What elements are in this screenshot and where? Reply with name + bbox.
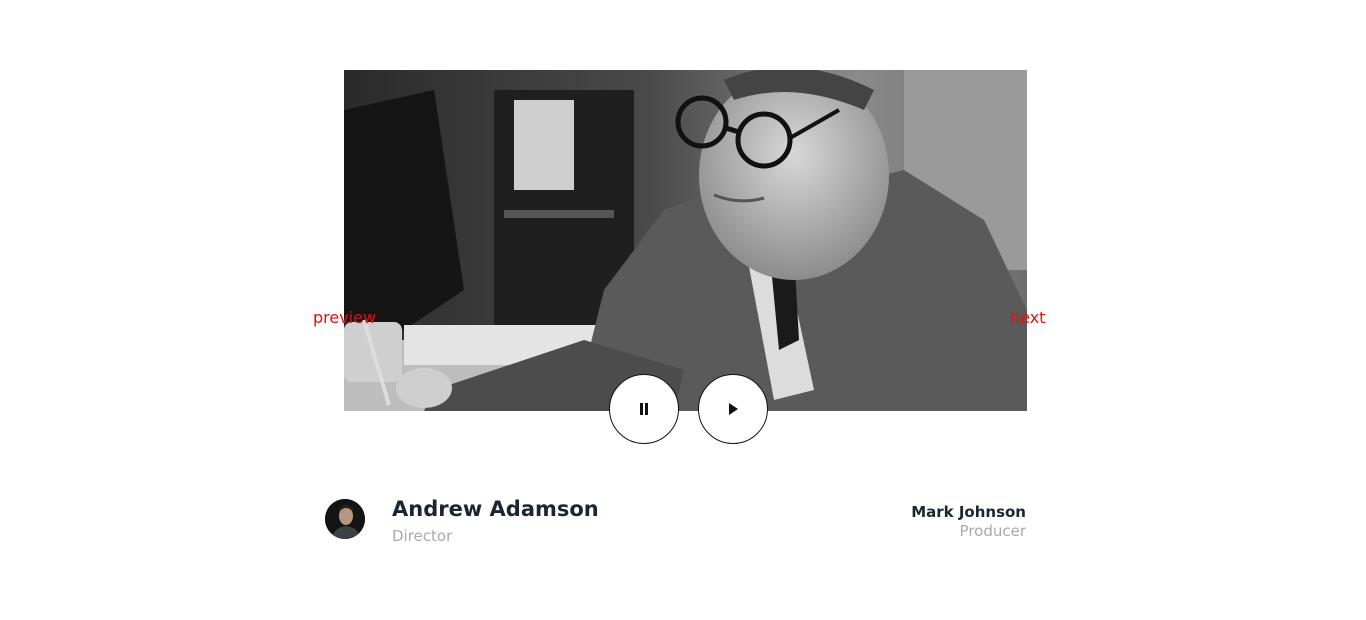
director-name: Andrew Adamson <box>392 497 599 521</box>
play-icon <box>729 403 738 415</box>
producer-name: Mark Johnson <box>911 503 1026 521</box>
avatar-image <box>325 499 365 539</box>
director-role: Director <box>392 527 453 545</box>
slide-image <box>344 70 1027 411</box>
avatar <box>325 499 365 539</box>
photo-illustration <box>344 70 1027 411</box>
play-button[interactable] <box>698 374 768 444</box>
prev-link[interactable]: preview <box>313 308 376 328</box>
producer-role: Producer <box>959 522 1026 540</box>
next-link[interactable]: next <box>1010 308 1045 328</box>
slider-page: preview next Andrew Adamson Director Mar… <box>0 0 1366 620</box>
pause-icon <box>640 403 648 415</box>
pause-button[interactable] <box>609 374 679 444</box>
